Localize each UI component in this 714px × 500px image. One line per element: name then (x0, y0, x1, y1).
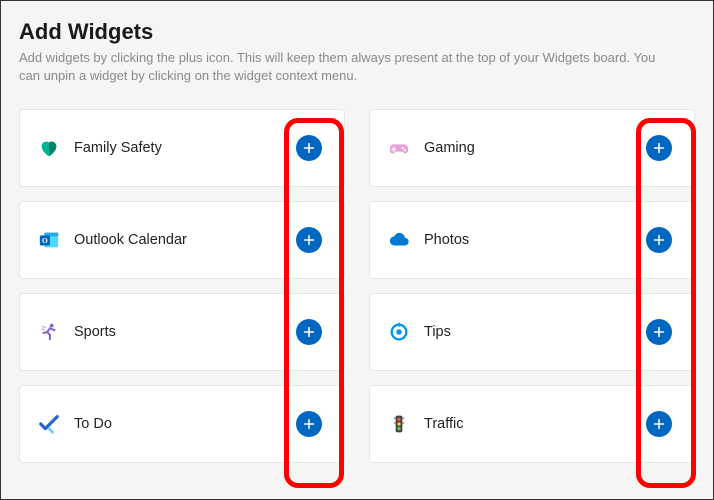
add-button[interactable] (646, 319, 672, 345)
widget-label: Tips (424, 324, 646, 340)
calendar-icon: O (38, 229, 60, 251)
page-title: Add Widgets (19, 19, 695, 45)
widget-label: Sports (74, 324, 296, 340)
page-subtitle: Add widgets by clicking the plus icon. T… (19, 49, 679, 85)
widget-card-photos: Photos (369, 201, 695, 279)
gamepad-icon (388, 137, 410, 159)
widgets-grid: Family Safety Gaming O Outlook Calendar … (19, 109, 695, 463)
widget-label: Gaming (424, 140, 646, 156)
heart-shield-icon (38, 137, 60, 159)
cloud-icon (388, 229, 410, 251)
widget-label: Traffic (424, 416, 646, 432)
add-button[interactable] (296, 135, 322, 161)
widget-card-sports: Sports (19, 293, 345, 371)
add-button[interactable] (646, 227, 672, 253)
widget-label: Photos (424, 232, 646, 248)
widget-label: Family Safety (74, 140, 296, 156)
widget-label: To Do (74, 416, 296, 432)
add-button[interactable] (296, 411, 322, 437)
check-icon (38, 413, 60, 435)
traffic-light-icon (388, 413, 410, 435)
runner-icon (38, 321, 60, 343)
widget-label: Outlook Calendar (74, 232, 296, 248)
add-button[interactable] (646, 411, 672, 437)
widget-card-family-safety: Family Safety (19, 109, 345, 187)
widget-card-gaming: Gaming (369, 109, 695, 187)
widget-card-outlook-calendar: O Outlook Calendar (19, 201, 345, 279)
add-button[interactable] (296, 227, 322, 253)
widget-card-to-do: To Do (19, 385, 345, 463)
add-button[interactable] (296, 319, 322, 345)
widget-card-traffic: Traffic (369, 385, 695, 463)
add-button[interactable] (646, 135, 672, 161)
svg-text:O: O (42, 237, 48, 246)
widget-card-tips: Tips (369, 293, 695, 371)
tips-icon (388, 321, 410, 343)
